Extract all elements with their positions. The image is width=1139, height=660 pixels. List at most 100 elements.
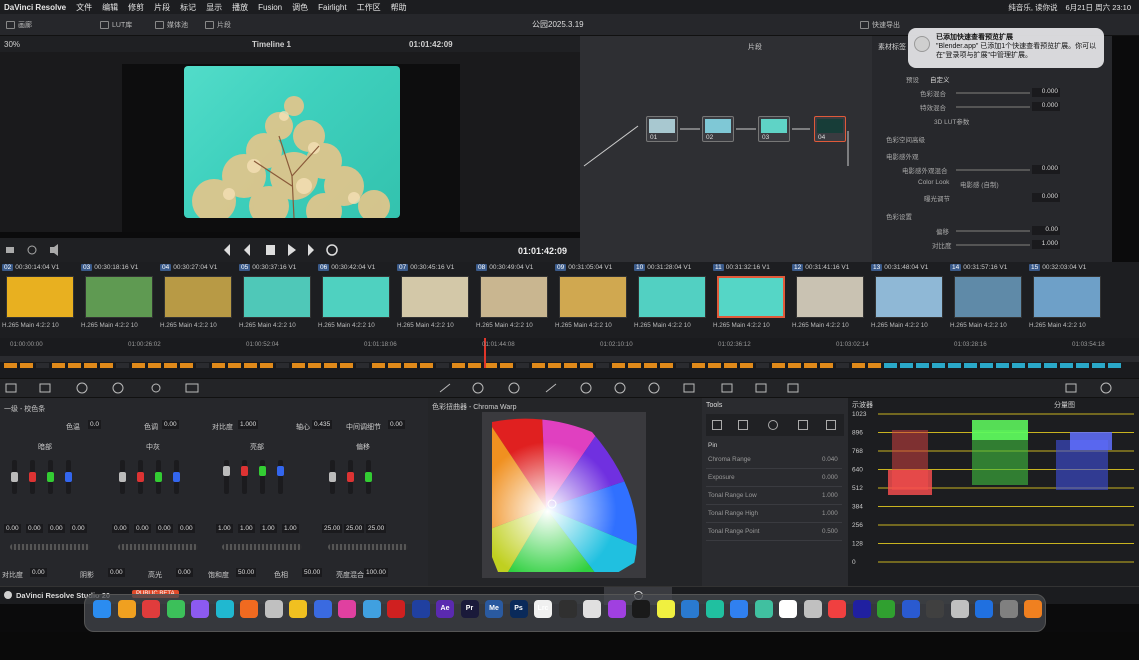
timeline-clip-segment[interactable] [852,363,865,368]
timeline-clip-segment[interactable] [276,363,289,368]
timeline-clip-segment[interactable] [52,363,65,368]
timeline-clip-segment[interactable] [724,363,737,368]
clip-thumbnail-10[interactable]: 10 00:31:28:04 V1 H.265 Main 4:2:2 10 [634,262,712,338]
master-wheel-jog[interactable] [222,544,302,550]
timeline-clip-segment[interactable] [20,363,33,368]
tonal-low-row[interactable]: Tonal Range Low 1.000 [706,488,842,505]
menu-view[interactable]: 显示 [206,2,222,13]
timeline-clip-segment[interactable] [644,363,657,368]
mini-timeline[interactable]: 01:00:00:00 01:00:26:02 01:00:52:04 01:01:1… [0,338,1139,378]
tool-pin-icon[interactable] [768,420,778,430]
level-slider[interactable] [365,460,372,494]
level-slider[interactable] [137,460,144,494]
timeline-clip-segment[interactable] [84,363,97,368]
node-01[interactable]: 01 [646,116,678,142]
timeline-clip-segment[interactable] [580,363,593,368]
timeline-clip-segment[interactable] [164,363,177,368]
level-slider[interactable] [259,460,266,494]
tool-delete-icon[interactable] [826,420,836,430]
timeline-clip-segment[interactable] [660,363,673,368]
qualifier-icon[interactable] [508,382,520,394]
now-playing[interactable]: 纯音乐, 读你说 [1008,2,1057,13]
dock-app-icon[interactable]: Ae [436,600,454,618]
clip-thumbnail-07[interactable]: 07 00:30:45:16 V1 H.265 Main 4:2:2 10 [397,262,475,338]
dock-app-icon[interactable] [730,600,748,618]
menu-edit[interactable]: 编辑 [102,2,118,13]
bottom-param-value[interactable]: 0.00 [176,568,193,577]
slider-knob[interactable] [277,466,284,476]
timeline-clip-segment[interactable] [1060,363,1073,368]
level-slider[interactable] [119,460,126,494]
slider-knob[interactable] [347,472,354,482]
clip-thumbnail-11[interactable]: 11 00:31:32:16 V1 H.265 Main 4:2:2 10 [713,262,791,338]
bottom-param-value[interactable]: 0.00 [108,568,125,577]
level-slider[interactable] [29,460,36,494]
tool-pointer-icon[interactable] [798,420,808,430]
next-frame-icon[interactable] [308,244,314,256]
timeline-clip-segment[interactable] [708,363,721,368]
timeline-clip-segment[interactable] [612,363,625,368]
dock-app-icon[interactable] [362,600,381,618]
tint-value[interactable]: 0.00 [162,420,179,429]
dock-app-icon[interactable] [656,600,675,618]
timeline-select[interactable]: Timeline 1 [252,40,291,49]
offset-row[interactable]: 偏移 0.00 [872,226,1104,236]
node-02[interactable]: 02 [702,116,734,142]
timeline-clip-segment[interactable] [1108,363,1121,368]
key-icon[interactable] [683,383,695,393]
blur-icon[interactable] [648,382,660,394]
timeline-clip-segment[interactable] [740,363,753,368]
dock-app-icon[interactable] [558,600,577,618]
level-slider[interactable] [329,460,336,494]
menu-playback[interactable]: 播放 [232,2,248,13]
fx-icon[interactable] [787,383,799,393]
exposure-row[interactable]: 曝光调节 0.000 [872,193,1104,203]
dropper-icon[interactable] [6,247,14,253]
loop-icon[interactable] [326,244,338,256]
timeline-clip-segment[interactable] [1076,363,1089,368]
timeline-clip-segment[interactable] [516,363,529,368]
timeline-clip-segment[interactable] [756,363,769,368]
dock-app-icon[interactable] [681,600,699,618]
fx-mix-row[interactable]: 特效混合 0.000 [872,102,1104,112]
timeline-clip-segment[interactable] [4,363,17,368]
menu-help[interactable]: 帮助 [391,2,407,13]
primaries-icon[interactable] [39,383,51,393]
dock-app-icon[interactable]: Ps [509,600,528,618]
first-frame-icon[interactable] [224,244,230,256]
dock-app-icon[interactable]: Pr [460,600,479,618]
tonal-high-row[interactable]: Tonal Range High 1.000 [706,506,842,523]
menu-trim[interactable]: 修剪 [128,2,144,13]
menu-workspace[interactable]: 工作区 [357,2,381,13]
timeline-clip-segment[interactable] [804,363,817,368]
dock-app-icon[interactable] [975,600,993,618]
timeline-clip-segment[interactable] [1092,363,1105,368]
dock-app-icon[interactable] [93,600,111,618]
gallery-button[interactable]: 画廊 [6,18,32,31]
timeline-clip-segment[interactable] [436,363,449,368]
level-value[interactable]: 0.00 [70,524,87,533]
dock-app-icon[interactable] [387,600,405,618]
timeline-clip-segment[interactable] [1044,363,1057,368]
timeline-clip-segment[interactable] [948,363,961,368]
timeline-clip-segment[interactable] [340,363,353,368]
menu-clip[interactable]: 片段 [154,2,170,13]
timeline-clip-segment[interactable] [244,363,257,368]
dock-app-icon[interactable]: Lrc [534,600,552,618]
level-value[interactable]: 1.00 [216,524,233,533]
dock-app-icon[interactable] [166,600,185,618]
timeline-clip-segment[interactable] [324,363,337,368]
timeline-clip-segment[interactable] [676,363,689,368]
color-look-row[interactable]: Color Look 电影感 (自制) [872,179,1104,189]
dock-app-icon[interactable] [411,600,430,618]
tracker-icon[interactable] [580,382,592,394]
level-value[interactable]: 0.00 [178,524,195,533]
timeline-clip-segment[interactable] [260,363,273,368]
clip-thumbnail-06[interactable]: 06 00:30:42:04 V1 H.265 Main 4:2:2 10 [318,262,396,338]
dock-app-icon[interactable] [289,600,307,618]
level-slider[interactable] [277,460,284,494]
level-slider[interactable] [223,460,230,494]
scope-mode-select[interactable]: 分量图 [1054,400,1075,410]
master-wheel-jog[interactable] [118,544,198,550]
level-slider[interactable] [47,460,54,494]
